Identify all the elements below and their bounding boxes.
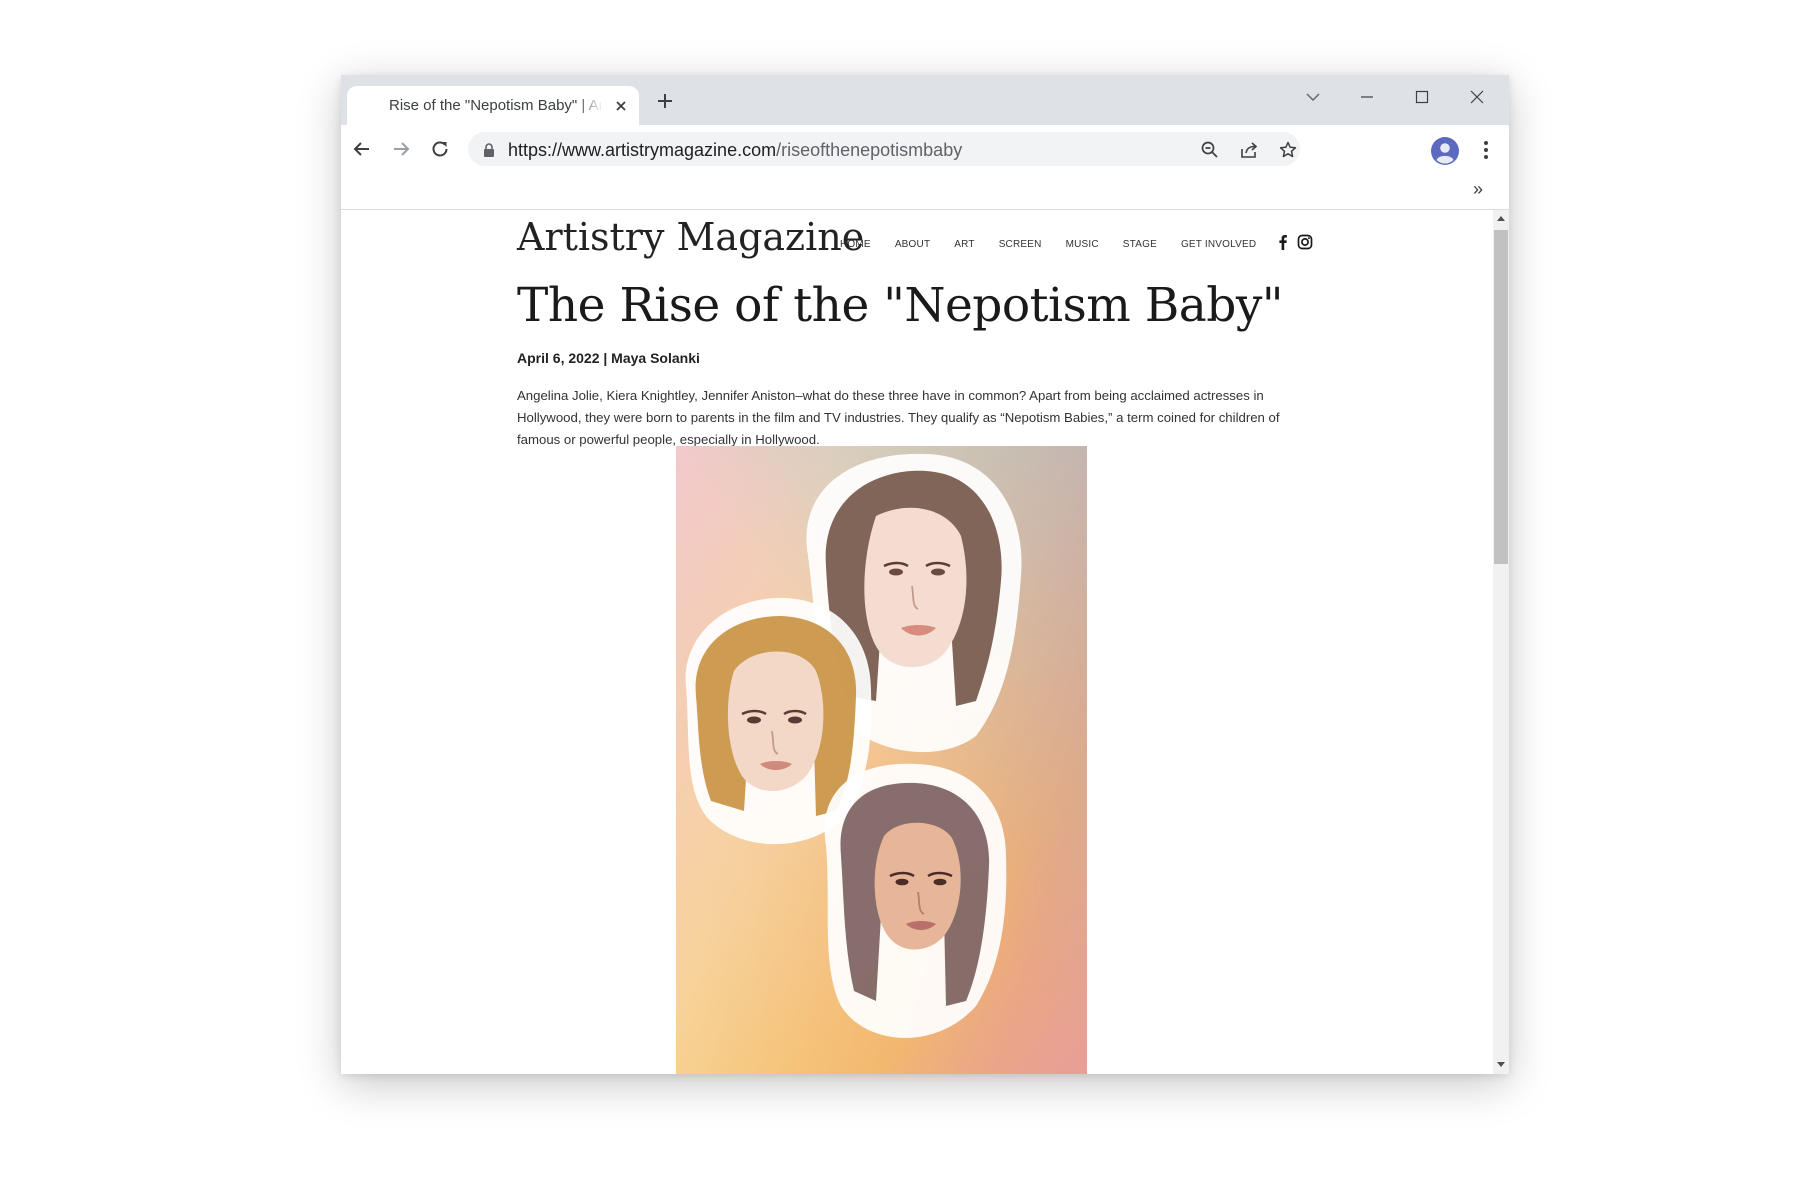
- browser-tab[interactable]: Rise of the "Nepotism Baby" | Artistry M…: [347, 86, 639, 125]
- back-arrow-icon[interactable]: [350, 137, 374, 161]
- tab-strip: Rise of the "Nepotism Baby" | Artistry M…: [341, 75, 1509, 125]
- bookmark-star-icon[interactable]: [1278, 140, 1298, 160]
- nav-screen[interactable]: SCREEN: [999, 239, 1042, 250]
- close-window-icon[interactable]: [1463, 85, 1491, 109]
- bookmarks-bar: »: [341, 173, 1509, 210]
- tab-close-icon[interactable]: [613, 98, 629, 114]
- facebook-icon[interactable]: [1275, 234, 1291, 250]
- browser-window: Rise of the "Nepotism Baby" | Artistry M…: [341, 75, 1509, 1074]
- address-bar[interactable]: https://www.artistrymagazine.com/riseoft…: [468, 132, 1300, 166]
- scroll-down-arrow-icon[interactable]: [1497, 1062, 1505, 1067]
- lock-icon: [484, 143, 494, 157]
- nav-stage[interactable]: STAGE: [1123, 239, 1157, 250]
- profile-avatar-icon[interactable]: [1431, 137, 1459, 165]
- scrollbar-thumb[interactable]: [1494, 230, 1508, 564]
- article-title: The Rise of the "Nepotism Baby": [517, 278, 1284, 333]
- browser-toolbar: https://www.artistrymagazine.com/riseoft…: [341, 125, 1509, 173]
- article-intro: Angelina Jolie, Kiera Knightley, Jennife…: [517, 388, 1280, 447]
- scroll-up-arrow-icon[interactable]: [1497, 216, 1505, 221]
- site-logo[interactable]: Artistry Magazine: [517, 215, 864, 259]
- minimize-icon[interactable]: [1353, 85, 1381, 109]
- nav-art[interactable]: ART: [954, 239, 974, 250]
- new-tab-plus-icon[interactable]: [655, 91, 675, 111]
- article-byline: April 6, 2022 | Maya Solanki: [517, 350, 700, 366]
- nav-get-involved[interactable]: GET INVOLVED: [1181, 239, 1256, 250]
- nav-about[interactable]: ABOUT: [895, 239, 930, 250]
- instagram-icon[interactable]: [1297, 234, 1313, 250]
- reload-icon[interactable]: [428, 137, 452, 161]
- article-illustration: [676, 446, 1087, 1074]
- vertical-scrollbar[interactable]: [1493, 210, 1509, 1074]
- tab-search-chevron-icon[interactable]: [1299, 85, 1327, 109]
- page-viewport: Artistry Magazine HOME ABOUT ART SCREEN …: [341, 210, 1493, 1074]
- maximize-icon[interactable]: [1408, 85, 1436, 109]
- share-icon[interactable]: [1239, 140, 1259, 160]
- forward-arrow-icon[interactable]: [389, 137, 413, 161]
- zoom-icon[interactable]: [1200, 140, 1220, 160]
- nav-home[interactable]: HOME: [840, 239, 871, 250]
- nav-music[interactable]: MUSIC: [1066, 239, 1099, 250]
- menu-kebab-icon[interactable]: [1483, 139, 1489, 161]
- tab-title: Rise of the "Nepotism Baby" | Artistry M…: [389, 97, 601, 114]
- site-nav: HOME ABOUT ART SCREEN MUSIC STAGE GET IN…: [840, 239, 1280, 250]
- bookmarks-overflow-chevron[interactable]: »: [1473, 179, 1483, 200]
- url-text[interactable]: https://www.artistrymagazine.com/riseoft…: [508, 140, 962, 161]
